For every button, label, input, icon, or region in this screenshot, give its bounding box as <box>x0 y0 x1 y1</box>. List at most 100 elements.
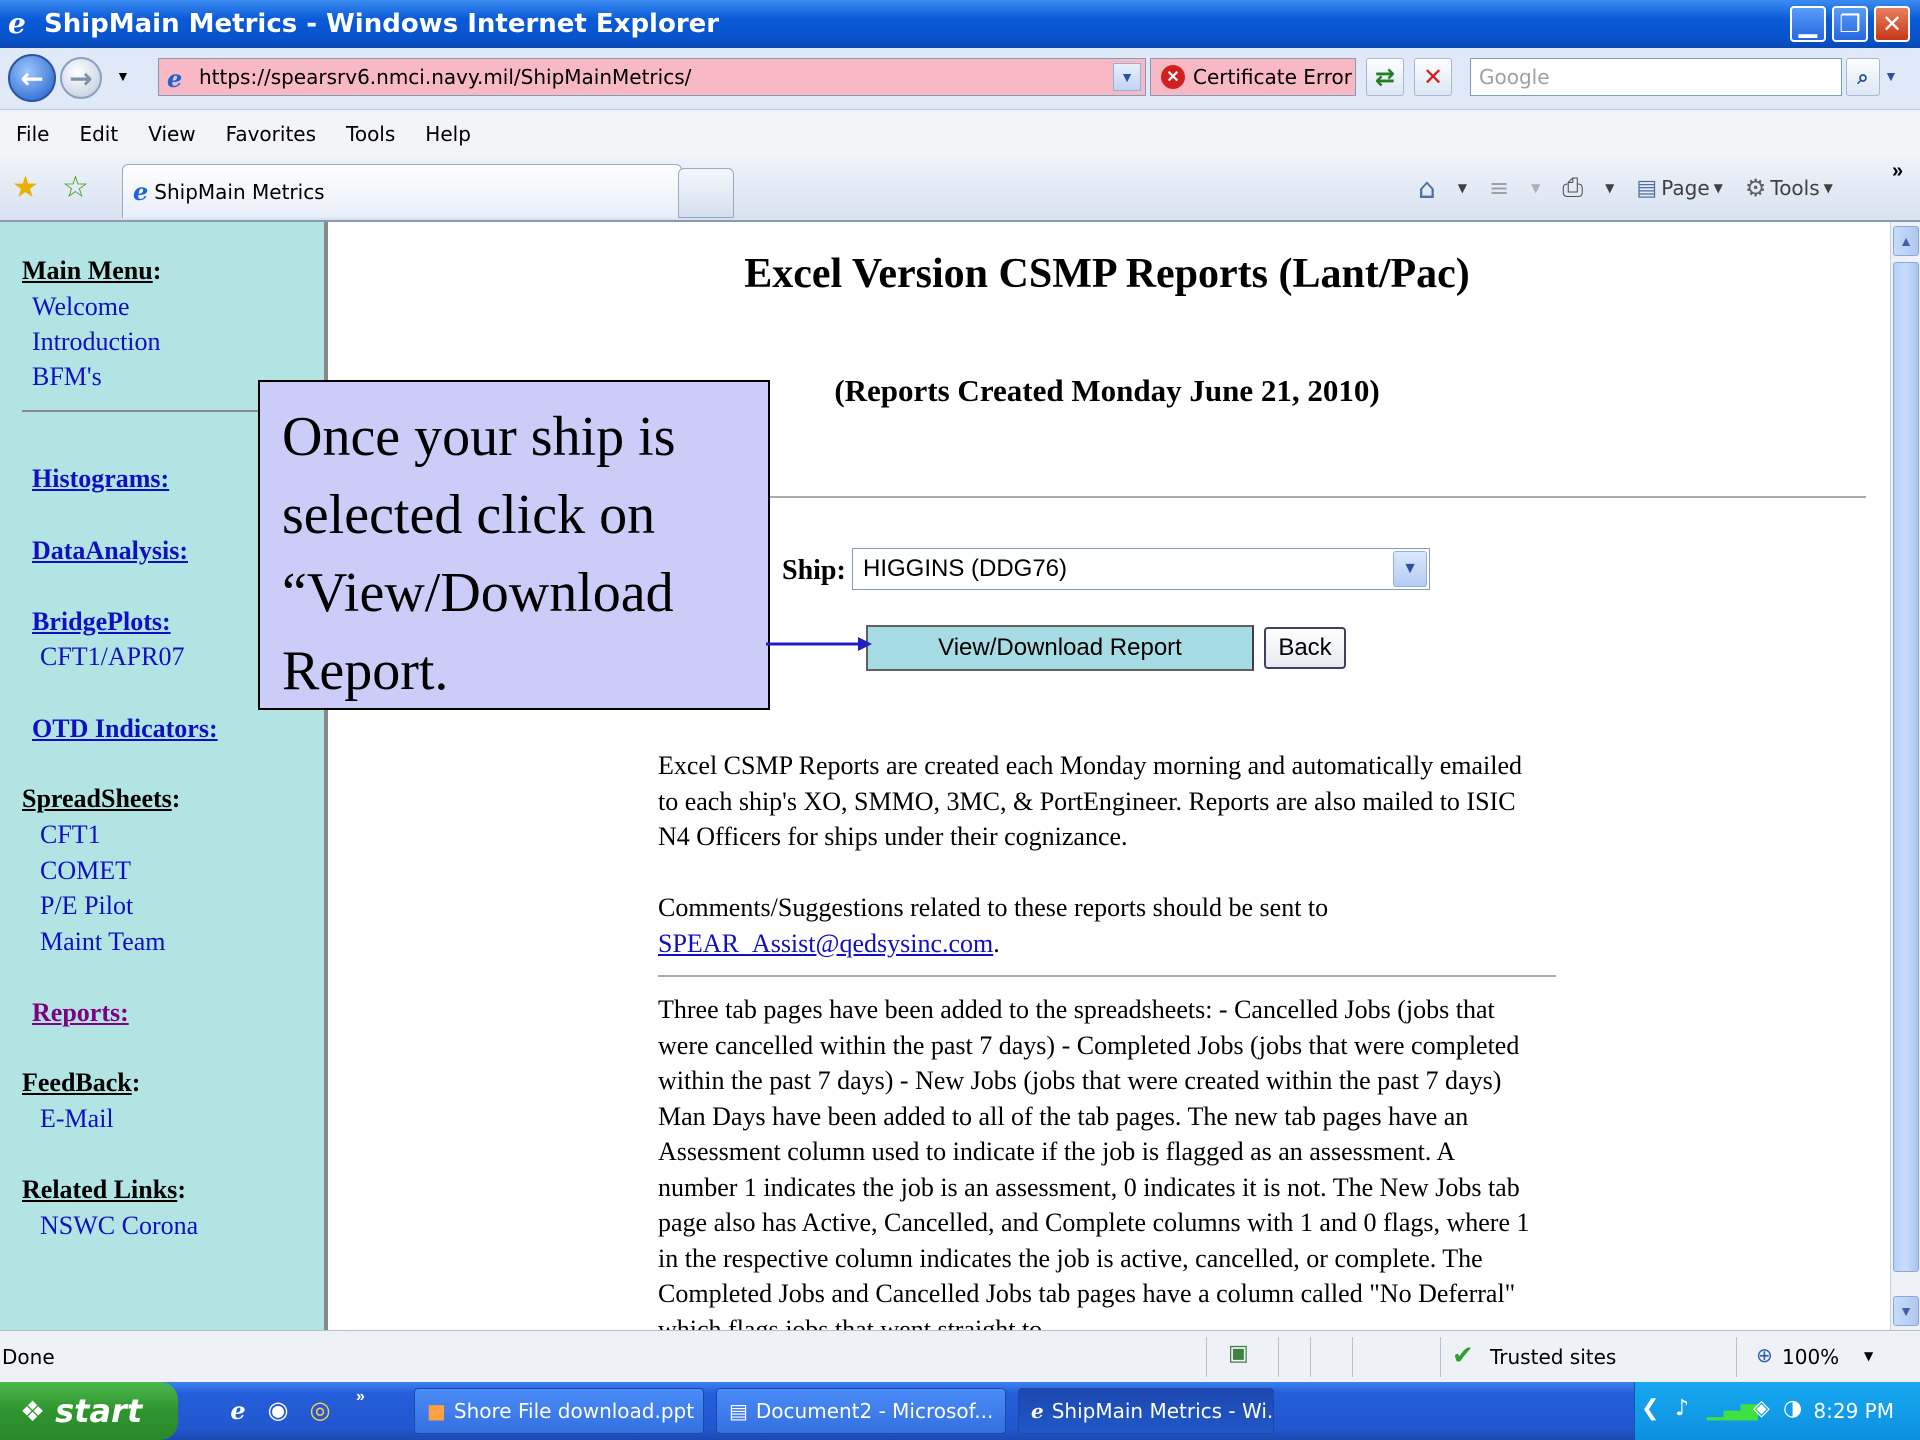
spreadsheets-colon: : <box>171 784 181 813</box>
sidebar-link-cft1[interactable]: CFT1 <box>40 820 101 850</box>
print-dropdown-icon[interactable]: ▼ <box>1605 181 1614 195</box>
main-menu-colon: : <box>152 256 162 285</box>
address-dropdown-icon[interactable]: ▼ <box>1113 63 1141 91</box>
start-button[interactable]: ❖ start <box>0 1382 178 1440</box>
sidebar-link-histograms[interactable]: Histograms: <box>32 464 169 494</box>
search-options-icon[interactable]: ▼ <box>1884 68 1898 84</box>
sidebar-link-welcome[interactable]: Welcome <box>32 292 130 322</box>
tools-menu-label: Tools <box>1770 176 1820 200</box>
related-links-label: Related Links <box>22 1175 178 1204</box>
scroll-thumb[interactable] <box>1893 262 1919 1272</box>
chevron-down-icon[interactable]: ▼ <box>1393 551 1427 587</box>
quicklaunch-ie-icon[interactable]: e <box>222 1394 254 1426</box>
powerpoint-icon: ■ <box>427 1399 446 1423</box>
start-label: start <box>55 1392 143 1430</box>
add-favorite-icon[interactable]: ☆ <box>62 170 89 205</box>
home-icon[interactable]: ⌂ <box>1418 172 1436 205</box>
menu-favorites[interactable]: Favorites <box>226 122 316 146</box>
search-icon[interactable]: ⌕ <box>1846 58 1880 96</box>
email-link[interactable]: SPEAR_Assist@qedsysinc.com <box>658 929 993 958</box>
zoom-level[interactable]: 100% <box>1782 1345 1839 1369</box>
sidebar-link-cft1-apr07[interactable]: CFT1/APR07 <box>40 642 185 672</box>
sidebar-link-otd-indicators[interactable]: OTD Indicators: <box>32 714 218 744</box>
quicklaunch-more-icon[interactable]: » <box>356 1388 365 1406</box>
ship-select[interactable]: HIGGINS (DDG76) ▼ <box>852 548 1430 590</box>
volume-icon[interactable]: ♪ <box>1675 1396 1689 1421</box>
taskbar: ❖ start e ◉ ◎ » ■ Shore File download.pp… <box>0 1382 1920 1440</box>
popup-blocker-icon: ▣ <box>1228 1341 1249 1366</box>
feeds-dropdown-icon[interactable]: ▼ <box>1531 181 1540 195</box>
taskbar-item-document2[interactable]: ▤ Document2 - Microsof... <box>716 1388 1006 1434</box>
ship-label: Ship: <box>782 555 846 586</box>
stop-icon[interactable]: ✕ <box>1414 58 1452 96</box>
status-bar: Done ▣ ✔ Trusted sites ⊕ 100% ▼ <box>0 1330 1920 1382</box>
tab-label: ShipMain Metrics <box>154 179 325 204</box>
menu-help[interactable]: Help <box>425 122 471 146</box>
menu-bar: File Edit View Favorites Tools Help <box>0 110 1920 158</box>
taskbar-item-shipmain[interactable]: e ShipMain Metrics - Wi... <box>1018 1388 1274 1434</box>
menu-tools[interactable]: Tools <box>346 122 395 146</box>
close-button[interactable]: ✕ <box>1874 6 1910 42</box>
cert-error-label: Certificate Error <box>1193 65 1352 89</box>
sidebar-link-bridge-plots[interactable]: BridgePlots: <box>32 607 171 637</box>
scroll-down-icon[interactable]: ▼ <box>1893 1296 1919 1326</box>
zoom-dropdown-icon[interactable]: ▼ <box>1864 1349 1873 1363</box>
page-menu-button[interactable]: ▤ Page ▼ <box>1636 176 1722 201</box>
zoom-icon[interactable]: ⊕ <box>1756 1343 1773 1367</box>
certificate-error-button[interactable]: ✕ Certificate Error <box>1150 58 1356 96</box>
sidebar-link-reports[interactable]: Reports: <box>32 998 129 1028</box>
sidebar-link-data-analysis[interactable]: DataAnalysis: <box>32 536 188 566</box>
chevron-more-icon[interactable]: » <box>1892 160 1903 183</box>
home-dropdown-icon[interactable]: ▼ <box>1458 181 1467 195</box>
scroll-up-icon[interactable]: ▲ <box>1893 226 1919 256</box>
sidebar-link-introduction[interactable]: Introduction <box>32 327 161 357</box>
status-divider <box>1206 1337 1207 1377</box>
feedback-colon: : <box>131 1068 141 1097</box>
sidebar-link-email[interactable]: E-Mail <box>40 1104 114 1134</box>
recent-pages-dropdown-icon[interactable]: ▼ <box>116 68 130 84</box>
sidebar-link-maint-team[interactable]: Maint Team <box>40 927 166 957</box>
tab-shipmain-metrics[interactable]: e ShipMain Metrics <box>122 164 682 218</box>
maximize-button[interactable]: ❐ <box>1832 6 1868 42</box>
taskbar-item-label: ShipMain Metrics - Wi... <box>1051 1399 1274 1423</box>
search-input[interactable]: Google <box>1470 58 1842 96</box>
new-tab-button[interactable] <box>678 168 734 218</box>
vertical-scrollbar[interactable]: ▲ ▼ <box>1890 222 1920 1330</box>
refresh-icon[interactable]: ⇄ <box>1366 58 1404 96</box>
word-icon: ▤ <box>729 1399 748 1423</box>
sidebar-link-bfms[interactable]: BFM's <box>32 362 102 392</box>
favorites-star-icon[interactable]: ★ <box>12 170 39 205</box>
security-icon[interactable]: ◑ <box>1783 1396 1802 1421</box>
back-nav-button[interactable]: ← <box>8 54 56 102</box>
network-icon[interactable]: ◈ <box>1753 1396 1770 1421</box>
main-menu-label: Main Menu <box>22 256 153 285</box>
minimize-button[interactable]: ▁ <box>1790 6 1826 42</box>
command-bar: ⌂ ▼ ≡ ▼ ⎙ ▼ ▤ Page ▼ ⚙ Tools ▼ <box>1418 168 1833 208</box>
sidebar-link-pe-pilot[interactable]: P/E Pilot <box>40 891 133 921</box>
windows-logo-icon: ❖ <box>20 1394 46 1428</box>
feeds-icon[interactable]: ≡ <box>1489 174 1509 202</box>
menu-file[interactable]: File <box>16 122 49 146</box>
quicklaunch-outlook-icon[interactable]: ◎ <box>304 1394 336 1426</box>
quicklaunch-app-icon[interactable]: ◉ <box>262 1394 294 1426</box>
view-download-report-button[interactable]: View/Download Report <box>866 625 1254 671</box>
tools-menu-button[interactable]: ⚙ Tools ▼ <box>1745 174 1833 202</box>
window-title-bar: e ShipMain Metrics - Windows Internet Ex… <box>0 0 1920 48</box>
taskbar-item-shore-file[interactable]: ■ Shore File download.ppt <box>414 1388 704 1434</box>
signal-icon[interactable]: ▁▃▅ <box>1707 1396 1758 1421</box>
ship-selected-value: HIGGINS (DDG76) <box>863 555 1068 582</box>
print-icon[interactable]: ⎙ <box>1562 173 1583 204</box>
page-icon: e <box>167 64 183 93</box>
window-title: ShipMain Metrics - Windows Internet Expl… <box>44 9 720 39</box>
sidebar-link-comet[interactable]: COMET <box>40 856 131 886</box>
forward-nav-button[interactable]: → <box>60 57 102 99</box>
intro-paragraph: Excel CSMP Reports are created each Mond… <box>658 751 1522 851</box>
sidebar-link-nswc-corona[interactable]: NSWC Corona <box>40 1211 198 1241</box>
tray-expand-icon[interactable]: ❮ <box>1641 1396 1659 1421</box>
menu-edit[interactable]: Edit <box>79 122 118 146</box>
back-button[interactable]: Back <box>1264 627 1346 669</box>
address-input[interactable]: e https://spearsrv6.nmci.navy.mil/ShipMa… <box>158 58 1146 96</box>
clock: 8:29 PM <box>1813 1399 1894 1423</box>
menu-view[interactable]: View <box>148 122 195 146</box>
instruction-callout: Once your ship is selected click on “Vie… <box>258 380 770 710</box>
